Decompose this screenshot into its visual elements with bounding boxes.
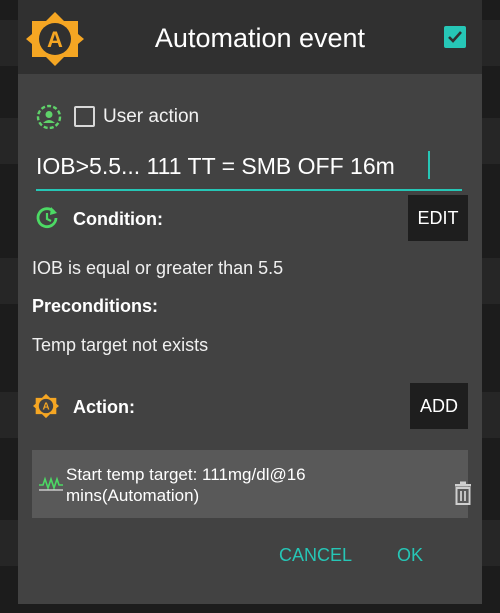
svg-text:A: A <box>42 402 49 413</box>
dialog-title: Automation event <box>154 23 366 53</box>
temp-target-icon <box>39 476 63 491</box>
user-action-row: User action <box>36 102 336 132</box>
action-list-item[interactable]: Start temp target: 111mg/dl@16 mins(Auto… <box>32 450 471 518</box>
edit-condition-button[interactable]: EDIT <box>408 195 468 241</box>
text-cursor <box>428 151 430 179</box>
user-action-checkbox[interactable] <box>74 106 95 127</box>
preconditions-label: Preconditions: <box>32 296 159 316</box>
event-name-input[interactable] <box>36 149 462 191</box>
dialog-header: A Automation event <box>18 0 482 74</box>
automation-event-dialog: A Automation event User action Condition… <box>18 0 482 604</box>
checkmark-icon <box>448 31 462 43</box>
condition-label: Condition: <box>73 209 163 229</box>
cancel-button[interactable]: CANCEL <box>279 545 352 566</box>
enabled-checkbox[interactable] <box>444 26 466 48</box>
condition-text: IOB is equal or greater than 5.5 <box>32 258 284 278</box>
condition-refresh-icon <box>36 207 58 229</box>
trash-icon[interactable] <box>453 481 473 505</box>
action-label: Action: <box>73 397 135 417</box>
action-description: Start temp target: 111mg/dl@16 mins(Auto… <box>66 465 306 505</box>
action-logo-icon: A <box>33 393 59 419</box>
user-settings-icon <box>36 104 62 130</box>
preconditions-text: Temp target not exists <box>32 335 209 355</box>
add-action-button[interactable]: ADD <box>410 383 468 429</box>
app-logo-icon: A <box>26 12 84 66</box>
user-action-label: User action <box>103 106 200 127</box>
ok-button[interactable]: OK <box>397 545 423 566</box>
svg-text:A: A <box>47 27 63 52</box>
